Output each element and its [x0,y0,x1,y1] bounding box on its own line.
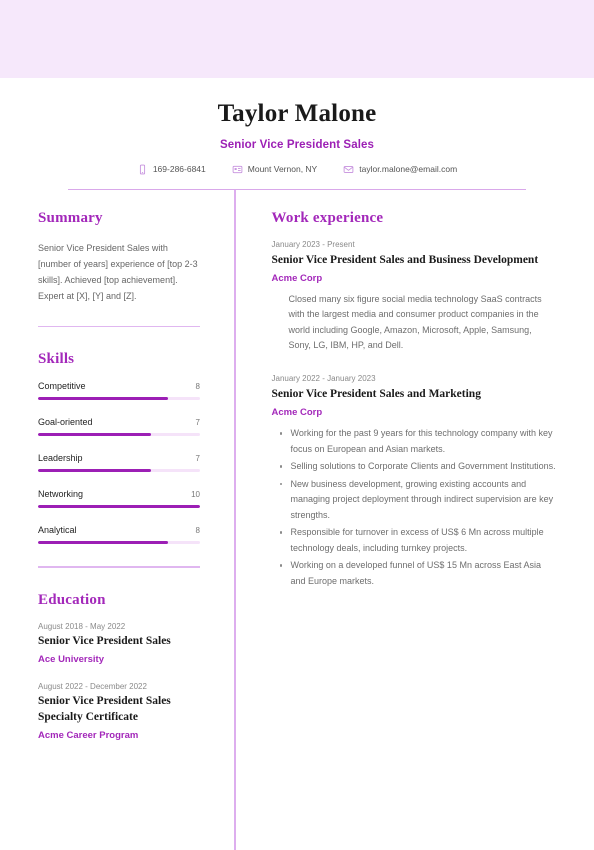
experience-entry: January 2023 - Present Senior Vice Presid… [272,240,557,354]
skill-bar-fill [38,433,151,436]
experience-bullet-list: Working for the past 9 years for this te… [272,426,557,589]
education-date: August 2022 - December 2022 [38,682,200,691]
skill-name: Leadership [38,453,83,463]
email-icon [343,164,354,175]
education-title: Senior Vice President Sales Specialty Ce… [38,694,200,725]
work-experience-heading: Work experience [272,210,557,227]
skill-value: 8 [196,382,200,391]
skill-bar-fill [38,505,200,508]
skill-bar-fill [38,541,168,544]
resume-header: Taylor Malone Senior Vice President Sale… [0,78,594,190]
skill-bar-fill [38,469,151,472]
skill-value: 10 [191,490,200,499]
experience-title: Senior Vice President Sales and Business… [272,253,557,269]
experience-bullet: Working for the past 9 years for this te… [291,426,557,457]
experience-description: Closed many six figure social media tech… [289,292,557,354]
skills-section: Skills Competitive8Goal-oriented7Leaders… [38,351,200,544]
skill-name: Competitive [38,381,86,391]
resume-body: Summary Senior Vice President Sales with… [0,190,594,850]
education-organization: Acme Career Program [38,730,200,741]
skill-name: Goal-oriented [38,417,93,427]
phone-icon [137,164,148,175]
contact-row: 169-286-6841 Mount Vernon, NY taylor [34,164,560,175]
skill-bar-fill [38,397,168,400]
location-icon [232,164,243,175]
skill-name: Networking [38,489,83,499]
experience-bullet: Responsible for turnover in excess of US… [291,525,557,556]
work-experience-list: January 2023 - Present Senior Vice Presid… [272,240,557,590]
contact-email: taylor.malone@email.com [343,164,457,175]
experience-bullet: New business development, growing existi… [291,477,557,523]
contact-location: Mount Vernon, NY [232,164,317,175]
page-title: Taylor Malone [34,100,560,128]
skill-bar-track [38,469,200,472]
contact-phone: 169-286-6841 [137,164,206,175]
section-divider [38,326,200,328]
summary-heading: Summary [38,210,200,227]
summary-text: Senior Vice President Sales with [number… [38,240,200,304]
skill-value: 8 [196,526,200,535]
experience-title: Senior Vice President Sales and Marketin… [272,387,557,403]
education-title: Senior Vice President Sales [38,634,200,650]
contact-location-value: Mount Vernon, NY [248,164,317,174]
skill-item: Competitive 8 [38,381,200,400]
experience-bullet: Selling solutions to Corporate Clients a… [291,459,557,474]
contact-email-value: taylor.malone@email.com [359,164,457,174]
right-column: Work experience January 2023 - Present Se… [236,190,594,850]
section-divider [38,566,200,568]
education-entry: August 2018 - May 2022 Senior Vice Presid… [38,622,200,666]
job-title: Senior Vice President Sales [34,139,560,151]
experience-date: January 2023 - Present [272,240,557,249]
work-experience-section: Work experience January 2023 - Present Se… [272,210,557,590]
contact-phone-value: 169-286-6841 [153,164,206,174]
skill-bar-track [38,505,200,508]
top-banner [0,0,594,78]
experience-entry: January 2022 - January 2023 Senior Vice P… [272,374,557,589]
summary-section: Summary Senior Vice President Sales with… [38,210,200,304]
skill-bar-track [38,397,200,400]
skill-item: Analytical 8 [38,525,200,544]
skill-item: Networking 10 [38,489,200,508]
experience-organization: Acme Corp [272,273,557,284]
education-section: Education August 2018 - May 2022 Senior V… [38,592,200,742]
skill-bar-track [38,541,200,544]
left-column: Summary Senior Vice President Sales with… [0,190,234,850]
experience-date: January 2022 - January 2023 [272,374,557,383]
skills-list: Competitive 8 Goal-oriented 7 Leadership 7 Net… [38,381,200,544]
education-organization: Ace University [38,654,200,665]
skill-name: Analytical [38,525,77,535]
skill-item: Goal-oriented 7 [38,417,200,436]
skill-item: Leadership 7 [38,453,200,472]
skill-value: 7 [196,418,200,427]
skills-heading: Skills [38,351,200,368]
skill-value: 7 [196,454,200,463]
education-date: August 2018 - May 2022 [38,622,200,631]
experience-organization: Acme Corp [272,407,557,418]
education-heading: Education [38,592,200,609]
education-entry: August 2022 - December 2022 Senior Vice P… [38,682,200,741]
education-list: August 2018 - May 2022 Senior Vice Presid… [38,622,200,742]
experience-bullet: Working on a developed funnel of US$ 15 … [291,558,557,589]
skill-bar-track [38,433,200,436]
